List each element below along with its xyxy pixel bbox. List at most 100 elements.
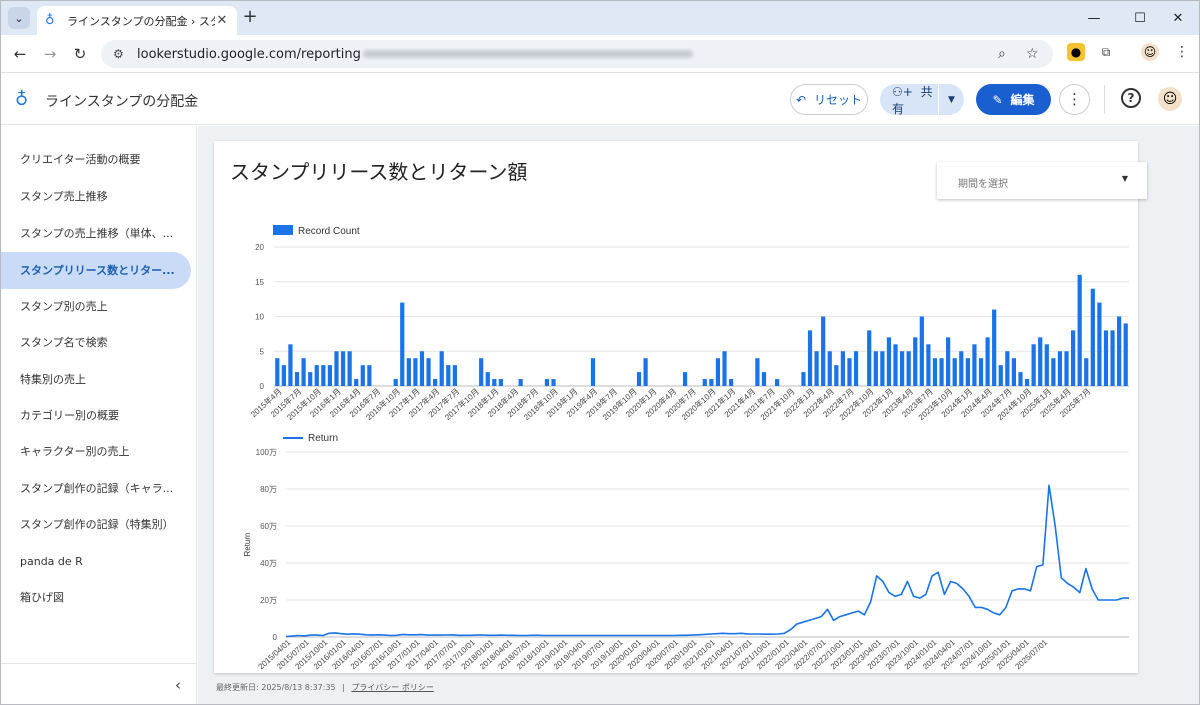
legend-label-record-count: Record Count: [298, 226, 360, 237]
nav-item-sales-by-stamp[interactable]: スタンプ別の売上: [1, 288, 191, 325]
close-tab-icon[interactable]: ✕: [215, 13, 229, 28]
bar: [1024, 379, 1030, 386]
legend-swatch-record-count: [273, 225, 293, 235]
bar: [446, 365, 451, 386]
bar: [485, 372, 490, 386]
app-header: ♁ ラインスタンプの分配金 ↶ リセット ⚇+ 共有 ▼ ✎ 編集 ⋮ ? ☺: [1, 73, 1199, 125]
bar: [498, 379, 504, 386]
browser-tab[interactable]: ♁ ラインスタンプの分配金 › スタンプリ ✕: [37, 6, 237, 35]
bar: [761, 372, 767, 386]
browser-menu-icon[interactable]: ⋮: [1173, 43, 1191, 61]
bar: [807, 330, 813, 386]
bar: [406, 358, 411, 386]
collapse-sidebar-icon[interactable]: ‹: [175, 676, 181, 694]
bar: [1070, 330, 1076, 386]
nav-item-release-return[interactable]: スタンプリリース数とリター...: [1, 252, 191, 289]
nav-item-creation-log-feature[interactable]: スタンプ創作の記録（特集別）: [1, 506, 191, 543]
edit-button[interactable]: ✎ 編集: [976, 84, 1051, 115]
series-line-return: [285, 484, 1129, 638]
bar: [360, 365, 365, 386]
edit-label: 編集: [1010, 93, 1035, 107]
bar: [1110, 330, 1115, 386]
bar: [998, 365, 1003, 386]
bar: [906, 351, 911, 386]
extension-icon[interactable]: ●: [1067, 43, 1085, 61]
y-tick-label: 80万: [260, 485, 277, 494]
minimize-icon[interactable]: —: [1071, 1, 1117, 35]
y-axis-title: Return: [243, 532, 252, 556]
y-tick-label: 0: [273, 633, 278, 642]
legend-label-return: Return: [308, 433, 338, 444]
page-navigation: クリエイター活動の概要 スタンプ売上推移 スタンプの売上推移（単体、... スタ…: [1, 126, 197, 704]
bar: [775, 379, 780, 386]
bar: [314, 365, 319, 386]
nav-item-category-overview[interactable]: カテゴリー別の概要: [1, 397, 191, 434]
help-icon[interactable]: ?: [1121, 88, 1141, 108]
bar: [452, 365, 457, 386]
bar: [932, 358, 938, 386]
bar: [590, 358, 596, 386]
user-avatar[interactable]: ☺: [1158, 87, 1182, 111]
bar: [439, 351, 444, 386]
bar: [886, 337, 892, 386]
bookmark-star-icon[interactable]: ☆: [1026, 46, 1039, 62]
y-tick-label: 10: [255, 313, 264, 322]
bar: [479, 358, 484, 386]
nav-item-creation-log-character[interactable]: スタンプ創作の記録（キャラ...: [1, 470, 191, 507]
bar: [393, 379, 398, 386]
reset-button[interactable]: ↶ リセット: [790, 84, 868, 115]
bar: [340, 351, 346, 386]
more-options-icon[interactable]: ⋮: [1059, 84, 1090, 115]
bar: [1077, 274, 1082, 386]
nav-item-sales-trend-single[interactable]: スタンプの売上推移（単体、...: [1, 215, 191, 252]
pencil-icon: ✎: [992, 92, 1003, 107]
forward-icon[interactable]: →: [40, 44, 60, 64]
bar: [643, 358, 648, 386]
nav-item-creator-overview[interactable]: クリエイター活動の概要: [1, 141, 191, 178]
bar: [1090, 288, 1095, 386]
nav-item-search-by-name[interactable]: スタンプ名で検索: [1, 324, 191, 361]
new-tab-icon[interactable]: +: [241, 8, 259, 26]
browser-window: ⌄ ♁ ラインスタンプの分配金 › スタンプリ ✕ + — ☐ ✕ ← → ↻ …: [0, 0, 1200, 705]
bar: [1117, 316, 1122, 386]
nav-item-sales-by-feature[interactable]: 特集別の売上: [1, 361, 191, 398]
bar: [893, 344, 898, 386]
bar: [354, 379, 359, 386]
close-window-icon[interactable]: ✕: [1155, 1, 1199, 35]
nav-item-boxplot[interactable]: 箱ひげ図: [1, 579, 191, 616]
share-button[interactable]: ⚇+ 共有 ▼: [880, 84, 964, 116]
bar: [301, 358, 306, 386]
bar: [347, 351, 352, 386]
privacy-policy-link[interactable]: プライバシー ポリシー: [351, 683, 433, 692]
tab-search-icon[interactable]: ⌄: [8, 7, 30, 29]
bar: [709, 379, 714, 386]
bar: [952, 358, 957, 386]
bar: [1123, 323, 1128, 386]
header-divider: [1104, 85, 1105, 114]
reload-icon[interactable]: ↻: [70, 44, 90, 64]
back-icon[interactable]: ←: [10, 44, 30, 64]
address-bar[interactable]: ⚙ lookerstudio.google.com/reporting ⌕ ☆: [101, 40, 1053, 68]
nav-item-sales-by-character[interactable]: キャラクター別の売上: [1, 433, 191, 470]
profile-avatar-icon[interactable]: ☺: [1141, 43, 1159, 61]
bar: [1011, 358, 1017, 386]
bar: [636, 372, 642, 386]
bar: [715, 358, 721, 386]
bar: [1064, 351, 1069, 386]
site-info-icon[interactable]: ⚙: [113, 47, 131, 61]
nav-item-panda-de-r[interactable]: panda de R: [1, 543, 191, 580]
bar: [1031, 344, 1036, 386]
url-blurred-path: [362, 50, 693, 58]
y-tick-label: 0: [260, 382, 265, 391]
extensions-puzzle-icon[interactable]: ⧉: [1097, 43, 1115, 61]
bar: [913, 337, 918, 386]
zoom-icon[interactable]: ⌕: [998, 46, 1006, 62]
bar: [880, 351, 885, 386]
bar: [1097, 302, 1102, 386]
bar: [518, 379, 523, 386]
bar: [433, 379, 438, 386]
share-dropdown-icon[interactable]: ▼: [939, 95, 964, 105]
report-name[interactable]: ラインスタンプの分配金: [45, 91, 198, 111]
nav-item-sales-trend[interactable]: スタンプ売上推移: [1, 178, 191, 215]
looker-studio-logo-icon[interactable]: ♁: [15, 89, 28, 110]
